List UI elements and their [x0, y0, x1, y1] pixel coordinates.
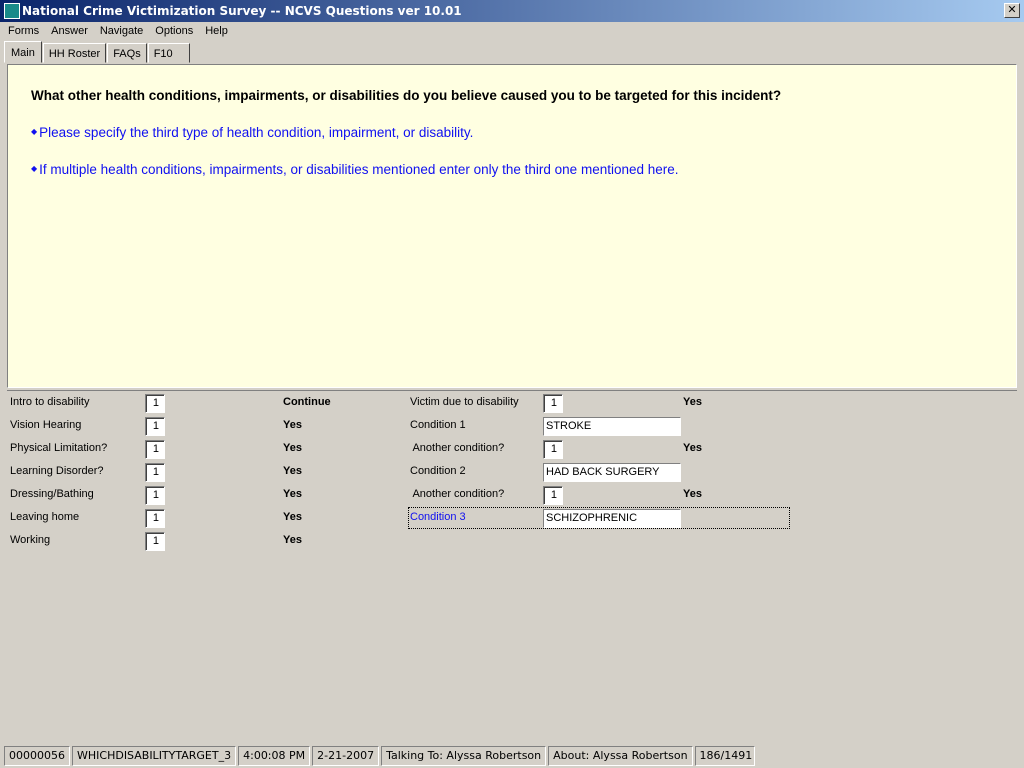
- tab-main[interactable]: Main: [4, 41, 42, 63]
- field-label: Vision Hearing: [10, 419, 82, 431]
- field-label: Leaving home: [10, 511, 80, 523]
- condition-input[interactable]: STROKE: [543, 417, 681, 436]
- answer-text: Continue: [283, 396, 331, 408]
- instruction-1: ◆ Please specify the third type of health…: [31, 125, 473, 140]
- answer-input[interactable]: 1: [145, 417, 165, 436]
- field-label: Condition 1: [410, 419, 466, 431]
- window-title: National Crime Victimization Survey -- N…: [22, 4, 462, 18]
- answer-text: Yes: [283, 419, 302, 431]
- answer-input[interactable]: 1: [145, 394, 165, 413]
- menu-help[interactable]: Help: [199, 22, 234, 41]
- field-label: Physical Limitation?: [10, 442, 108, 454]
- bullet-icon: ◆: [31, 127, 38, 136]
- menu-bar: Forms Answer Navigate Options Help: [0, 22, 234, 41]
- status-date: 2-21-2007: [312, 746, 380, 766]
- field-label: Learning Disorder?: [10, 465, 104, 477]
- status-bar: 00000056 WHICHDISABILITYTARGET_3 4:00:08…: [4, 746, 757, 766]
- answer-text: Yes: [283, 442, 302, 454]
- answer-input[interactable]: 1: [145, 532, 165, 551]
- field-label: Working: [10, 534, 51, 546]
- answer-input[interactable]: 1: [543, 440, 563, 459]
- condition-input[interactable]: HAD BACK SURGERY: [543, 463, 681, 482]
- answer-text: Yes: [283, 465, 302, 477]
- answer-text: Yes: [283, 511, 302, 523]
- tab-bar: Main HH Roster FAQs F10: [4, 41, 191, 63]
- answer-text: Yes: [683, 396, 702, 408]
- answer-input[interactable]: 1: [145, 509, 165, 528]
- answer-text: Yes: [683, 488, 702, 500]
- field-label: Victim due to disability: [410, 396, 519, 408]
- menu-answer[interactable]: Answer: [45, 22, 94, 41]
- answer-input[interactable]: 1: [543, 394, 563, 413]
- question-text: What other health conditions, impairment…: [31, 88, 782, 103]
- status-progress: 186/1491: [694, 746, 755, 766]
- status-about: About: Alyssa Robertson: [548, 746, 693, 766]
- field-label: Dressing/Bathing: [10, 488, 94, 500]
- field-label: Condition 3: [410, 511, 466, 523]
- instruction-2: ◆ If multiple health conditions, impairme…: [31, 162, 679, 177]
- answer-input[interactable]: 1: [145, 463, 165, 482]
- bullet-icon: ◆: [31, 164, 38, 173]
- app-icon: [4, 3, 20, 19]
- instruction-text: Please specify the third type of health …: [39, 125, 474, 140]
- answer-input[interactable]: 1: [543, 486, 563, 505]
- field-label: Another condition?: [410, 442, 505, 454]
- close-button[interactable]: ✕: [1004, 3, 1020, 18]
- condition-input[interactable]: SCHIZOPHRENIC: [543, 509, 681, 528]
- question-panel: What other health conditions, impairment…: [7, 64, 1017, 388]
- menu-options[interactable]: Options: [149, 22, 199, 41]
- title-bar: National Crime Victimization Survey -- N…: [0, 0, 1024, 22]
- answer-text: Yes: [283, 534, 302, 546]
- menu-forms[interactable]: Forms: [2, 22, 45, 41]
- tab-faqs[interactable]: FAQs: [107, 43, 147, 63]
- status-record: 00000056: [4, 746, 70, 766]
- tab-hh-roster[interactable]: HH Roster: [42, 43, 107, 63]
- field-label: Intro to disability: [10, 396, 90, 408]
- instruction-text: If multiple health conditions, impairmen…: [39, 162, 679, 177]
- answer-text: Yes: [283, 488, 302, 500]
- answer-input[interactable]: 1: [145, 440, 165, 459]
- field-label: Another condition?: [410, 488, 505, 500]
- status-talking-to: Talking To: Alyssa Robertson: [381, 746, 547, 766]
- status-field: WHICHDISABILITYTARGET_3: [72, 746, 237, 766]
- field-label: Condition 2: [410, 465, 466, 477]
- answer-input[interactable]: 1: [145, 486, 165, 505]
- menu-navigate[interactable]: Navigate: [94, 22, 149, 41]
- tab-f10[interactable]: F10: [147, 43, 190, 63]
- status-time: 4:00:08 PM: [238, 746, 311, 766]
- answer-text: Yes: [683, 442, 702, 454]
